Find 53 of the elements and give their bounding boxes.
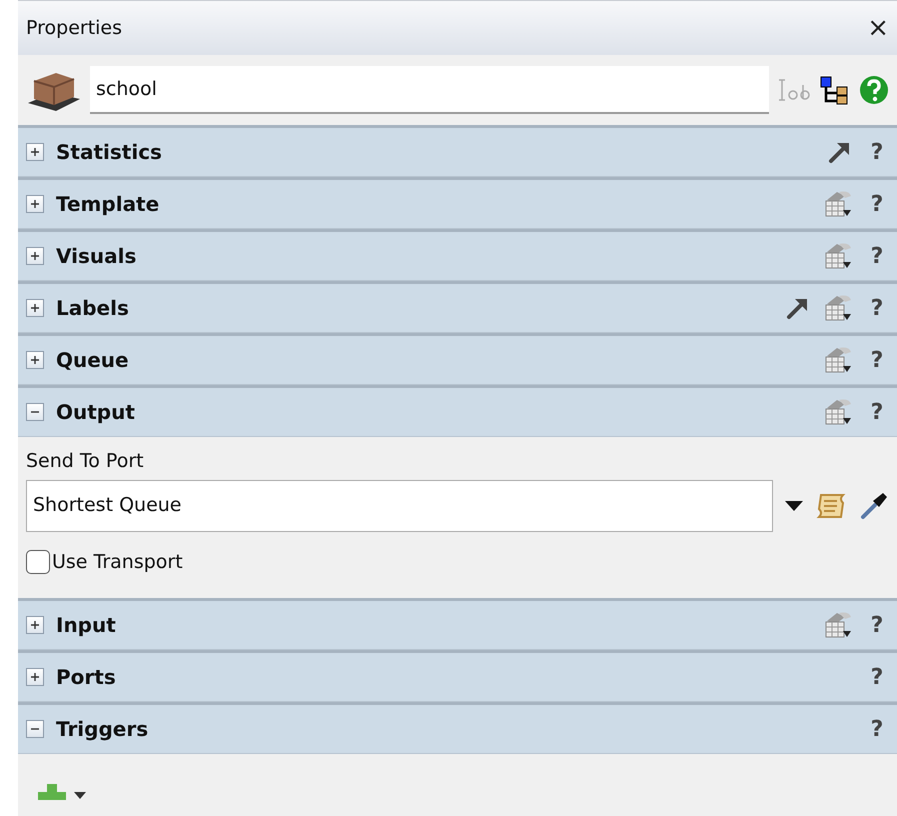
section-title: Ports [56, 664, 117, 691]
help-mark[interactable]: ? [865, 344, 889, 376]
dropdown-arrow-icon[interactable] [785, 500, 803, 510]
table-icon[interactable] [823, 346, 853, 374]
section-header[interactable]: Labels ? [18, 281, 897, 333]
section-title: Output [56, 399, 136, 426]
checkbox[interactable] [26, 550, 50, 574]
section-header[interactable]: Triggers ? [18, 702, 897, 754]
section-title: Queue [56, 347, 130, 374]
table-icon[interactable] [823, 398, 853, 426]
help-mark[interactable]: ? [865, 240, 889, 272]
section-title: Triggers [56, 716, 150, 743]
section-header[interactable]: Queue ? [18, 333, 897, 385]
section-header[interactable]: Output ? [18, 385, 897, 437]
help-mark[interactable]: ? [865, 188, 889, 220]
expand-icon[interactable] [26, 668, 44, 686]
checkbox-label: Use Transport [52, 550, 183, 574]
section-title: Statistics [56, 139, 163, 166]
table-icon[interactable] [823, 611, 853, 639]
close-button[interactable]: × [867, 15, 889, 41]
section-title: Labels [56, 295, 130, 322]
section-title: Visuals [56, 243, 138, 270]
help-icon[interactable] [859, 75, 889, 105]
expand-icon[interactable] [26, 195, 44, 213]
dropdown-field[interactable]: Shortest Queue [26, 480, 773, 532]
expand-icon[interactable] [26, 351, 44, 369]
help-mark[interactable]: ? [865, 712, 889, 746]
window-title: Properties [26, 16, 122, 41]
expand-icon[interactable] [26, 143, 44, 161]
dropdown-arrow-icon[interactable] [74, 792, 86, 800]
field-label: Send To Port [26, 449, 145, 474]
expand-icon[interactable] [26, 616, 44, 634]
collapse-icon[interactable] [26, 720, 44, 738]
section-header[interactable]: Ports ? [18, 650, 897, 702]
table-icon[interactable] [823, 190, 853, 218]
help-mark[interactable]: ? [865, 136, 889, 168]
help-mark[interactable]: ? [865, 396, 889, 428]
section-header[interactable]: Input ? [18, 598, 897, 650]
expand-icon[interactable] [26, 299, 44, 317]
table-icon[interactable] [823, 242, 853, 270]
eyedropper-icon[interactable] [859, 490, 889, 520]
expand-icon[interactable] [26, 247, 44, 265]
section-title: Input [56, 612, 117, 639]
table-icon[interactable] [823, 294, 853, 322]
section-header[interactable]: Visuals ? [18, 229, 897, 281]
section-header[interactable]: Statistics ? [18, 125, 897, 177]
collapse-icon[interactable] [26, 403, 44, 421]
section-title: Template [56, 191, 160, 218]
section-header[interactable]: Template ? [18, 177, 897, 229]
help-mark[interactable]: ? [865, 292, 889, 324]
name-field[interactable]: school [90, 66, 769, 114]
help-mark[interactable]: ? [865, 660, 889, 694]
help-mark[interactable]: ? [865, 608, 889, 642]
